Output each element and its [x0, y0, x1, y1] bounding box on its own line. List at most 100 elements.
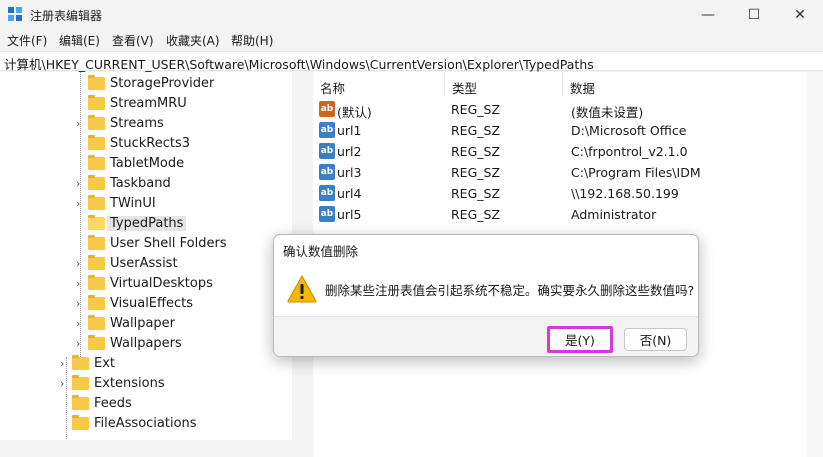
menu-help[interactable]: 帮助(H) — [231, 32, 273, 49]
tree-item-label: StuckRects3 — [110, 136, 190, 151]
value-row[interactable]: ab url3 REG_SZ C:\Program Files\IDM — [313, 162, 823, 183]
no-button[interactable]: 否(N) — [624, 328, 687, 351]
folder-icon — [88, 195, 105, 210]
expand-chevron-icon[interactable]: › — [76, 117, 86, 130]
confirm-delete-dialog: 确认数值删除 删除某些注册表值会引起系统不稳定。确实要永久删除这些数值吗? 是(… — [273, 234, 699, 357]
value-row[interactable]: ab url2 REG_SZ C:\frpontrol_v2.1.0 — [313, 141, 823, 162]
menu-favorites[interactable]: 收藏夹(A) — [166, 32, 220, 49]
tree-item[interactable]: FileAssociations — [0, 414, 290, 434]
tree-item-label: FileAssociations — [94, 416, 197, 431]
expand-chevron-icon[interactable]: › — [76, 317, 86, 330]
folder-icon — [88, 175, 105, 190]
tree-item[interactable]: Feeds — [0, 394, 290, 414]
value-name: url2 — [337, 144, 362, 159]
address-path[interactable]: 计算机\HKEY_CURRENT_USER\Software\Microsoft… — [4, 54, 594, 73]
value-data: \\192.168.50.199 — [571, 186, 679, 201]
tree-item-label: Streams — [110, 116, 164, 131]
tree-item-label: TWinUI — [110, 196, 156, 211]
expand-chevron-icon[interactable]: › — [60, 377, 70, 390]
key-tree-pane[interactable]: StorageProvider StreamMRU › Streams StuckRec… — [0, 72, 308, 457]
close-button[interactable]: ✕ — [777, 0, 823, 30]
value-row[interactable]: ab url5 REG_SZ Administrator — [313, 204, 823, 225]
dialog-title: 确认数值删除 — [283, 244, 359, 259]
tree-item[interactable]: › Wallpaper — [0, 314, 290, 334]
folder-icon — [72, 395, 89, 410]
tree-horizontal-scrollbar[interactable] — [0, 440, 308, 457]
string-value-icon: ab — [319, 122, 335, 138]
column-header-name[interactable]: 名称 — [313, 72, 445, 96]
expand-chevron-icon[interactable]: › — [76, 257, 86, 270]
column-name-label: 名称 — [320, 81, 346, 96]
warning-icon — [287, 275, 317, 303]
tree-item-label: Feeds — [94, 396, 132, 411]
folder-icon — [88, 95, 105, 110]
maximize-icon: ☐ — [747, 7, 761, 23]
folder-icon — [88, 335, 105, 350]
tree-item-label: VirtualDesktops — [110, 276, 213, 291]
expand-chevron-icon[interactable]: › — [76, 197, 86, 210]
tree-item-label: TabletMode — [110, 156, 185, 171]
folder-icon — [88, 135, 105, 150]
column-header-data[interactable]: 数据 — [563, 72, 807, 96]
folder-icon — [88, 275, 105, 290]
menu-edit[interactable]: 编辑(E) — [59, 32, 100, 49]
tree-item-label: User Shell Folders — [110, 236, 227, 251]
menu-view[interactable]: 查看(V) — [112, 32, 154, 49]
tree-item[interactable]: › Wallpapers — [0, 334, 290, 354]
menu-file[interactable]: 文件(F) — [7, 32, 47, 49]
tree-item[interactable]: › TWinUI — [0, 194, 290, 214]
tree-item[interactable]: StorageProvider — [0, 74, 290, 94]
tree-item-label: StorageProvider — [110, 76, 215, 91]
expand-chevron-icon[interactable]: › — [76, 277, 86, 290]
tree-item[interactable]: › Ext — [0, 354, 290, 374]
value-data: D:\Microsoft Office — [571, 123, 687, 138]
folder-icon — [88, 255, 105, 270]
tree-item-label: UserAssist — [110, 256, 178, 271]
value-data: C:\frpontrol_v2.1.0 — [571, 144, 688, 159]
address-bar[interactable]: 计算机\HKEY_CURRENT_USER\Software\Microsoft… — [0, 51, 823, 73]
tree-item[interactable]: TabletMode — [0, 154, 290, 174]
value-data: (数值未设置) — [571, 105, 644, 120]
tree-item[interactable]: › Taskband — [0, 174, 290, 194]
tree-item-label: Wallpaper — [110, 316, 176, 331]
folder-icon — [88, 115, 105, 130]
value-type: REG_SZ — [451, 102, 501, 117]
string-value-icon: ab — [319, 101, 335, 117]
column-data-label: 数据 — [570, 81, 596, 96]
column-header-type[interactable]: 类型 — [445, 72, 563, 96]
values-vertical-scrollbar[interactable] — [807, 72, 823, 457]
dialog-footer: 是(Y) 否(N) — [274, 316, 698, 356]
string-value-icon: ab — [319, 143, 335, 159]
folder-icon — [88, 215, 105, 230]
value-row[interactable]: ab url4 REG_SZ \\192.168.50.199 — [313, 183, 823, 204]
value-name: url1 — [337, 123, 362, 138]
folder-icon — [72, 375, 89, 390]
value-row[interactable]: ab url1 REG_SZ D:\Microsoft Office — [313, 120, 823, 141]
no-button-label: 否(N) — [639, 333, 672, 348]
tree-item-label: Extensions — [94, 376, 165, 391]
value-type: REG_SZ — [451, 165, 501, 180]
tree-item[interactable]: User Shell Folders — [0, 234, 290, 254]
tree-item-label: TypedPaths — [107, 216, 187, 231]
folder-icon — [88, 295, 105, 310]
expand-chevron-icon[interactable]: › — [76, 337, 86, 350]
tree-item[interactable]: StuckRects3 — [0, 134, 290, 154]
expand-chevron-icon[interactable]: › — [60, 357, 70, 370]
tree-item[interactable]: › UserAssist — [0, 254, 290, 274]
folder-icon — [88, 75, 105, 90]
minimize-button[interactable]: — — [685, 0, 731, 30]
tree-item[interactable]: StreamMRU — [0, 94, 290, 114]
yes-button[interactable]: 是(Y) — [547, 326, 613, 353]
expand-chevron-icon[interactable]: › — [76, 297, 86, 310]
maximize-button[interactable]: ☐ — [731, 0, 777, 30]
value-row[interactable]: ab (默认) REG_SZ (数值未设置) — [313, 99, 823, 120]
tree-item[interactable]: › VirtualDesktops — [0, 274, 290, 294]
tree-item[interactable]: › VisualEffects — [0, 294, 290, 314]
tree-item[interactable]: › Extensions — [0, 374, 290, 394]
tree-item[interactable]: › Streams — [0, 114, 290, 134]
tree-item-label: StreamMRU — [110, 96, 187, 111]
folder-icon — [88, 155, 105, 170]
folder-icon — [88, 235, 105, 250]
expand-chevron-icon[interactable]: › — [76, 177, 86, 190]
tree-item[interactable]: TypedPaths — [0, 214, 290, 234]
